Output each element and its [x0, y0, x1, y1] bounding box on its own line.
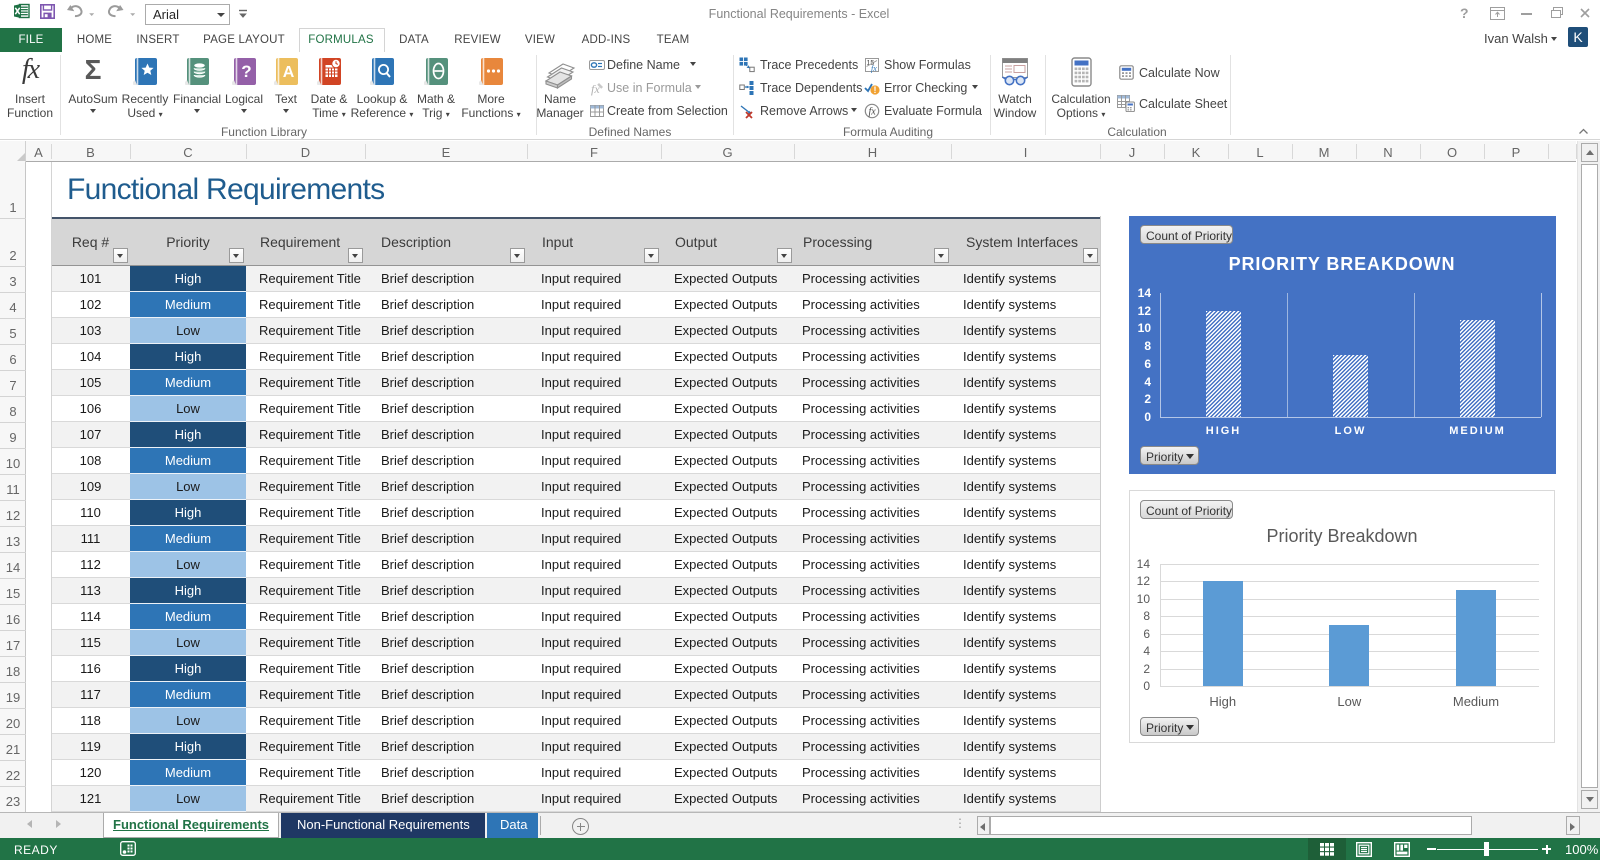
- svg-text:A: A: [283, 64, 295, 81]
- svg-text:?: ?: [241, 62, 251, 81]
- svg-text:!: !: [874, 85, 877, 95]
- svg-text:fx: fx: [869, 107, 877, 118]
- svg-text:fx: fx: [871, 64, 877, 73]
